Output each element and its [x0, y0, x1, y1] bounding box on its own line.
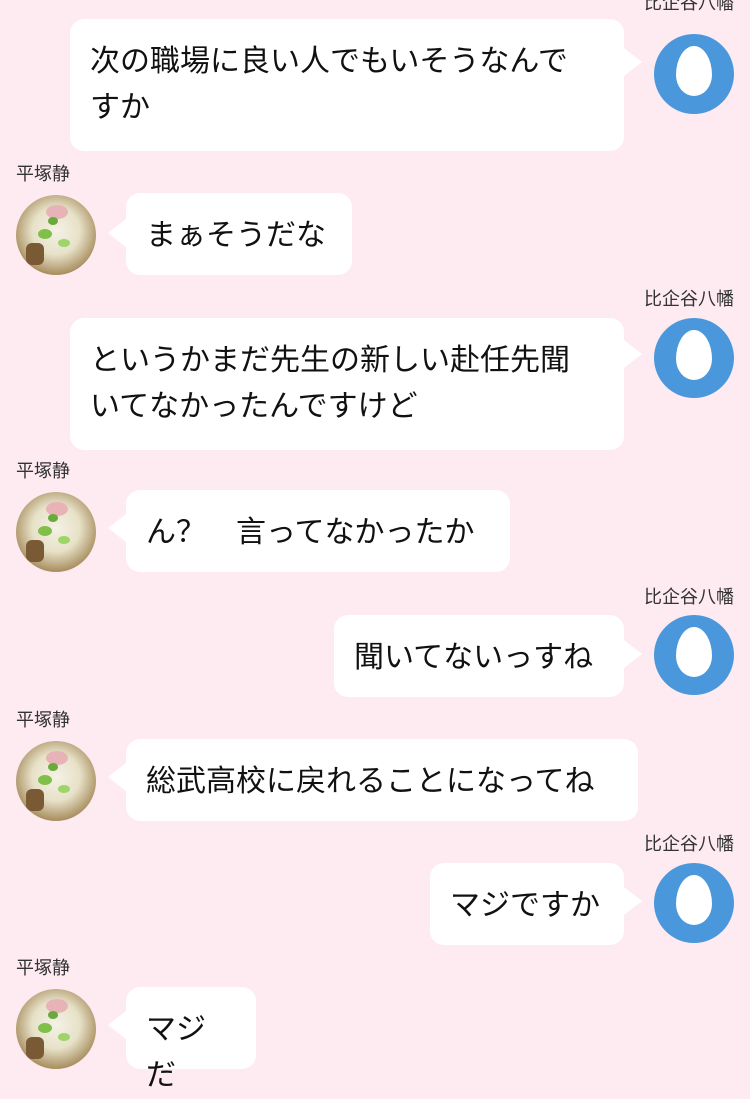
ramen-photo-avatar[interactable] — [16, 195, 96, 275]
bubble-tail — [624, 340, 642, 368]
message-bubble: マジだ — [126, 987, 256, 1093]
message-bubble: というかまだ先生の新しい赴任先聞 いてなかったんですけど — [70, 318, 624, 450]
bubble-tail — [108, 219, 126, 247]
sender-name: 平塚静 — [16, 958, 70, 979]
message-bubble: マジですか — [430, 863, 624, 945]
message-bubble: まぁそうだな — [126, 193, 352, 275]
egg-avatar-icon[interactable] — [654, 34, 734, 114]
bubble-tail — [624, 48, 642, 76]
message-bubble: 総武高校に戻れることになってね — [126, 739, 638, 821]
bubble-tail — [108, 514, 126, 542]
egg-avatar-icon[interactable] — [654, 615, 734, 695]
message-bubble: 次の職場に良い人でもいそうなんで すか — [70, 19, 624, 151]
sender-name: 比企谷八幡 — [644, 587, 734, 608]
egg-avatar-icon[interactable] — [654, 863, 734, 943]
ramen-photo-avatar[interactable] — [16, 492, 96, 572]
bubble-tail — [108, 1011, 126, 1039]
sender-name: 比企谷八幡 — [644, 289, 734, 310]
sender-name: 平塚静 — [16, 710, 70, 731]
bubble-tail — [108, 763, 126, 791]
message-bubble: 聞いてないっすね — [334, 615, 624, 697]
egg-avatar-icon[interactable] — [654, 318, 734, 398]
message-bubble: ん？ 言ってなかったか — [126, 490, 510, 572]
bubble-tail — [624, 887, 642, 915]
ramen-photo-avatar[interactable] — [16, 989, 96, 1069]
sender-name: 平塚静 — [16, 164, 70, 185]
bubble-tail — [624, 640, 642, 668]
sender-name: 比企谷八幡 — [644, 834, 734, 855]
ramen-photo-avatar[interactable] — [16, 741, 96, 821]
sender-name: 平塚静 — [16, 461, 70, 482]
sender-name: 比企谷八幡 — [644, 0, 734, 14]
